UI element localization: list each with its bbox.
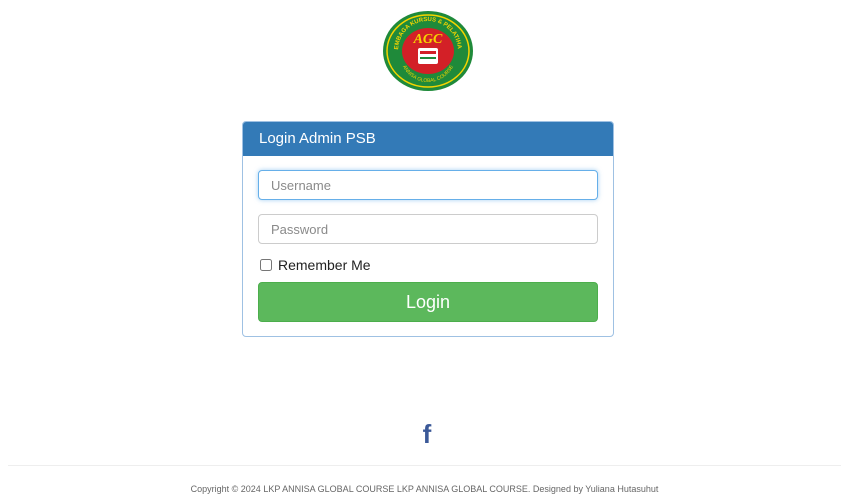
- logo-text: AGC: [413, 32, 443, 47]
- panel-title: Login Admin PSB: [243, 122, 613, 156]
- facebook-icon[interactable]: f: [419, 421, 435, 447]
- login-panel: Login Admin PSB Remember Me Login: [242, 121, 614, 337]
- copyright-text: Copyright © 2024 LKP ANNISA GLOBAL COURS…: [190, 484, 659, 494]
- remember-me-label: Remember Me: [278, 257, 371, 273]
- username-input[interactable]: [258, 170, 598, 200]
- remember-me-checkbox[interactable]: [260, 259, 272, 271]
- institution-logo: LEMBAGA KURSUS & PELATIHAN ANNISA GLOBAL…: [382, 10, 474, 92]
- remember-me[interactable]: Remember Me: [258, 256, 598, 274]
- login-form: Remember Me Login: [243, 156, 613, 322]
- password-input[interactable]: [258, 214, 598, 244]
- footer-divider: [8, 465, 841, 466]
- login-page: LEMBAGA KURSUS & PELATIHAN ANNISA GLOBAL…: [0, 0, 849, 495]
- login-button[interactable]: Login: [258, 282, 598, 322]
